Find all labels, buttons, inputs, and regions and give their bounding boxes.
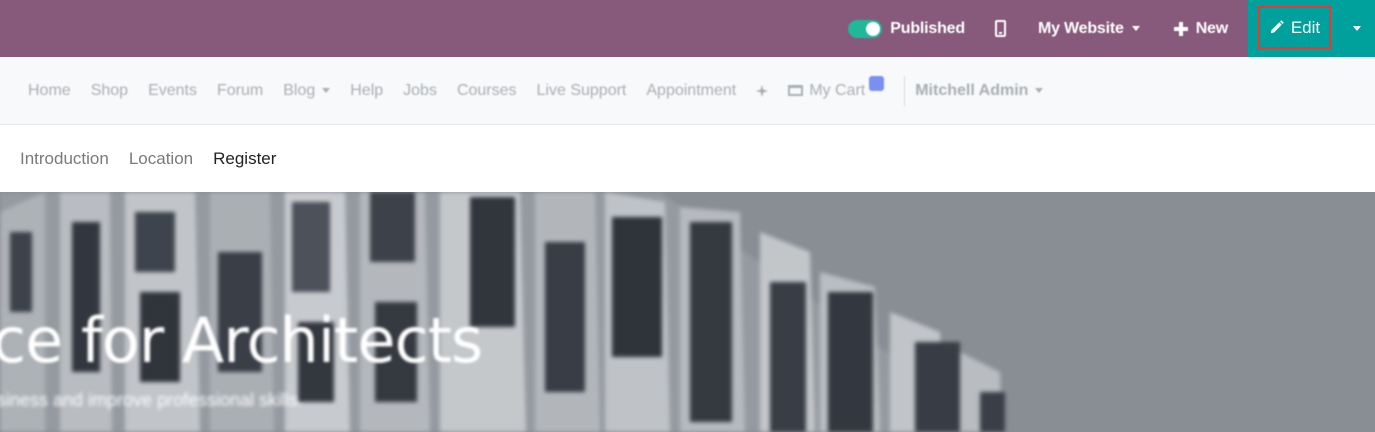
new-content-button[interactable]: New: [1173, 0, 1229, 57]
hero-subtitle: siness and improve professional skills.: [0, 390, 304, 410]
edit-options-dropdown[interactable]: [1338, 0, 1375, 57]
nav-add-menu-item[interactable]: [756, 84, 769, 97]
nav-link-events[interactable]: Events: [148, 82, 197, 100]
plus-icon: [1173, 21, 1188, 36]
nav-link-forum[interactable]: Forum: [217, 82, 263, 100]
nav-user-label: Mitchell Admin: [915, 81, 1029, 99]
cart-icon: [788, 85, 804, 96]
chevron-down-icon: [322, 88, 331, 93]
cart-count-badge: [869, 76, 885, 91]
nav-link-blog-label: Blog: [283, 81, 316, 99]
nav-link-blog[interactable]: Blog: [283, 81, 331, 100]
nav-divider: [904, 75, 906, 106]
nav-link-shop[interactable]: Shop: [91, 82, 128, 100]
nav-user-menu[interactable]: Mitchell Admin: [915, 81, 1044, 100]
event-hero-banner: ce for Architects siness and improve pro…: [0, 192, 1375, 432]
nav-link-home[interactable]: Home: [28, 82, 71, 100]
website-switcher-dropdown[interactable]: My Website: [1038, 0, 1140, 57]
website-admin-bar: Published My Website New Edit: [0, 0, 1375, 57]
event-tab-register[interactable]: Register: [213, 149, 276, 169]
nav-link-help[interactable]: Help: [350, 82, 383, 100]
chevron-down-icon: [1131, 26, 1140, 31]
published-label: Published: [890, 19, 965, 37]
nav-link-courses[interactable]: Courses: [457, 82, 517, 100]
website-switcher-label: My Website: [1037, 19, 1124, 37]
event-tab-location[interactable]: Location: [129, 149, 193, 169]
event-subnav: Introduction Location Register: [0, 125, 1375, 192]
caret-down-icon: [1352, 26, 1361, 31]
nav-link-live-support[interactable]: Live Support: [537, 82, 627, 100]
nav-cart-label: My Cart: [809, 81, 866, 99]
mobile-preview-button[interactable]: [994, 0, 1006, 57]
chevron-down-icon: [1035, 88, 1044, 93]
nav-link-appointment[interactable]: Appointment: [646, 82, 736, 100]
event-tab-introduction[interactable]: Introduction: [20, 149, 109, 169]
mobile-icon: [994, 20, 1006, 37]
pencil-icon: [1270, 20, 1284, 34]
sparkle-icon: [756, 84, 769, 97]
nav-link-cart[interactable]: My Cart: [788, 76, 885, 100]
website-navbar: Home Shop Events Forum Blog Help Jobs Co…: [0, 57, 1375, 125]
new-content-label: New: [1195, 19, 1229, 37]
edit-button[interactable]: Edit: [1258, 6, 1331, 49]
published-toggle[interactable]: Published: [848, 0, 965, 57]
nav-link-jobs[interactable]: Jobs: [403, 82, 437, 100]
edit-label: Edit: [1290, 17, 1321, 37]
toggle-switch-icon: [848, 19, 883, 38]
hero-title: ce for Architects: [0, 304, 483, 377]
edit-zone: Edit: [1248, 0, 1375, 57]
